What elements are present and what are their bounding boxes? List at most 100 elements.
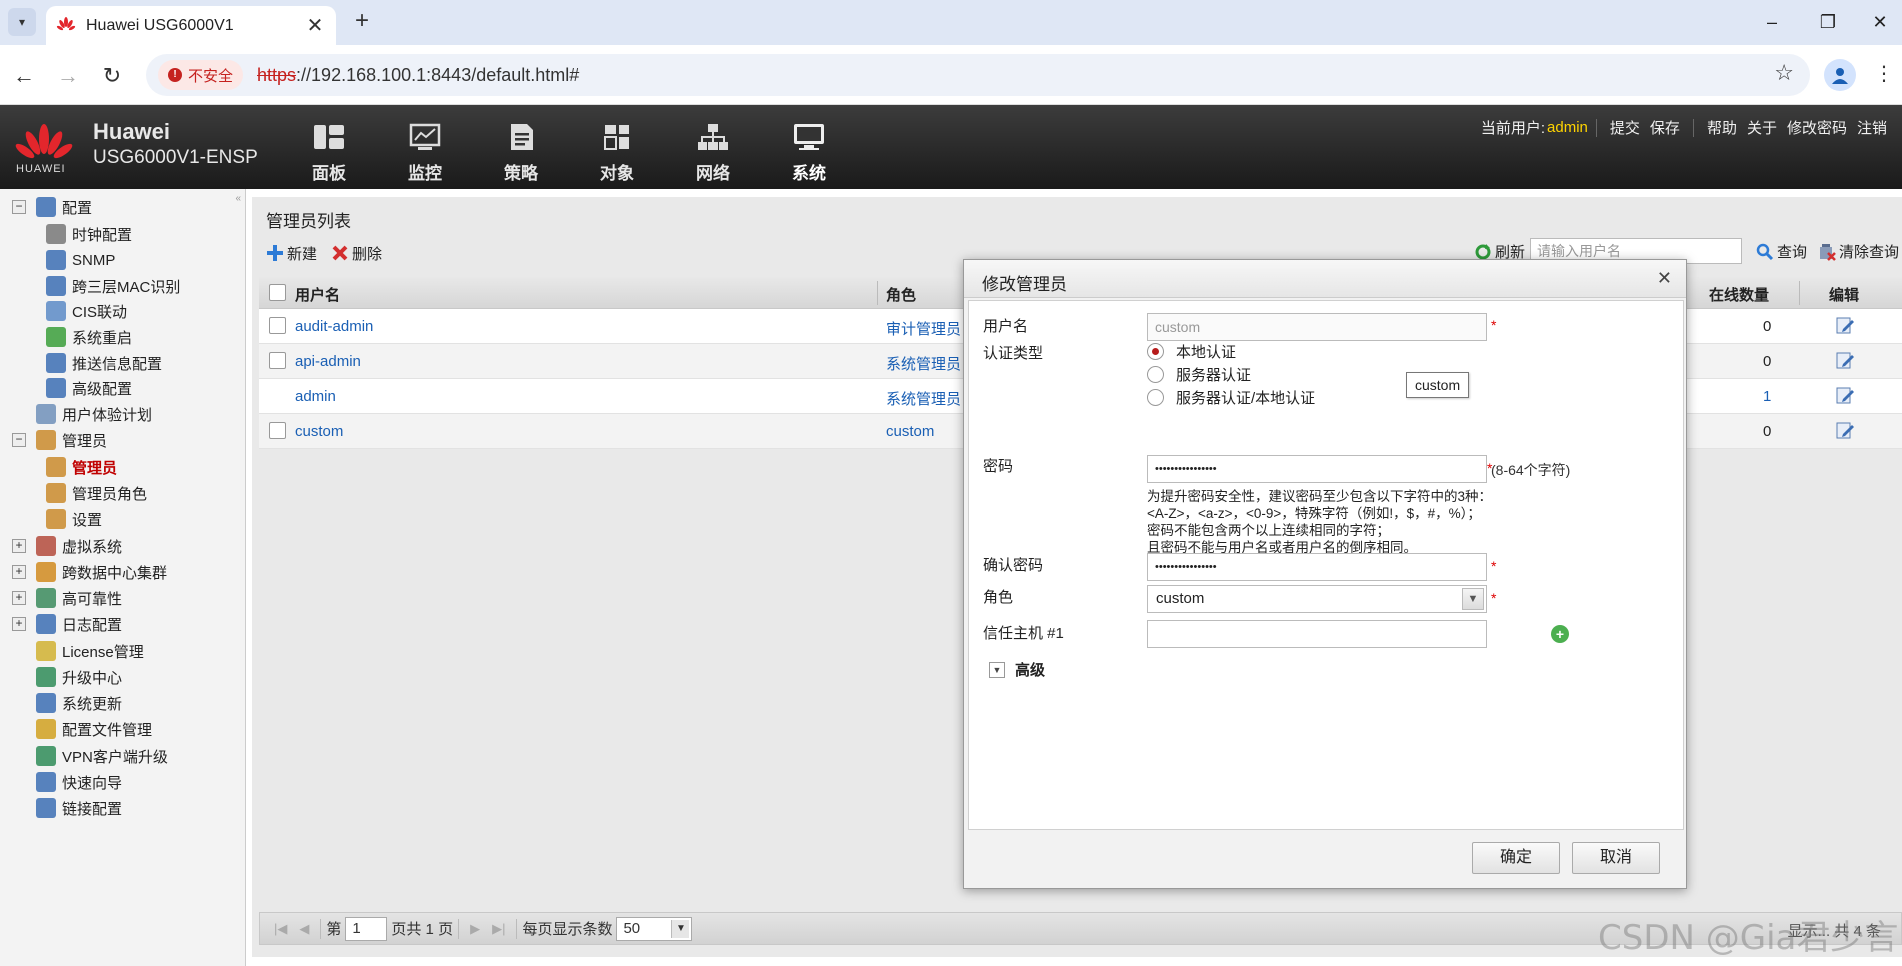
next-page-icon[interactable]: ▶ <box>470 921 480 937</box>
dialog-close-icon[interactable]: ✕ <box>1657 268 1672 289</box>
sidebar-item-14[interactable]: + 跨数据中心集群 <box>12 560 167 584</box>
sidebar-item-13[interactable]: + 虚拟系统 <box>12 534 122 558</box>
nav-object[interactable]: 对象 <box>582 123 652 184</box>
username-field[interactable]: custom <box>1147 313 1487 341</box>
auth-local-radio[interactable]: 本地认证 <box>1147 341 1236 362</box>
sidebar-item-12[interactable]: 设置 <box>46 507 102 531</box>
advanced-toggle[interactable]: ▼ 高级 <box>989 659 1045 680</box>
edit-icon[interactable] <box>1835 420 1855 440</box>
sidebar-item-9[interactable]: − 管理员 <box>12 428 107 452</box>
forward-arrow-icon[interactable]: → <box>52 60 84 92</box>
page-number-input[interactable]: 1 <box>345 916 388 941</box>
change-password-link[interactable]: 修改密码 <box>1787 117 1847 138</box>
sidebar-item-10[interactable]: 管理员 <box>46 455 117 479</box>
restore-icon[interactable]: ❐ <box>1808 8 1848 36</box>
bookmark-star-icon[interactable]: ☆ <box>1774 60 1794 86</box>
sidebar-item-20[interactable]: 配置文件管理 <box>12 717 152 741</box>
nav-monitor[interactable]: 监控 <box>390 123 460 184</box>
sidebar-item-1[interactable]: 时钟配置 <box>46 222 132 246</box>
online-count[interactable]: 1 <box>1763 388 1771 405</box>
role-link[interactable]: 系统管理员 <box>886 353 961 374</box>
new-button[interactable]: 新建 <box>266 243 317 264</box>
browser-menu-kebab-icon[interactable]: ⋮ <box>1874 61 1894 86</box>
back-arrow-icon[interactable]: ← <box>8 60 40 92</box>
help-link[interactable]: 帮助 <box>1707 117 1737 138</box>
minimize-icon[interactable]: – <box>1752 8 1792 36</box>
save-link[interactable]: 保存 <box>1650 117 1680 138</box>
role-link[interactable]: custom <box>886 423 934 440</box>
collapse-minus-icon[interactable]: − <box>12 200 26 214</box>
username-link[interactable]: api-admin <box>295 353 361 370</box>
username-link[interactable]: admin <box>295 388 336 405</box>
tab-close-icon[interactable]: ✕ <box>304 13 326 38</box>
row-checkbox[interactable] <box>269 352 286 369</box>
reload-icon[interactable]: ↻ <box>96 60 128 92</box>
confirm-password-field[interactable]: •••••••••••••••• <box>1147 553 1487 581</box>
select-all-checkbox[interactable] <box>269 284 286 301</box>
sidebar-item-22[interactable]: 快速向导 <box>12 770 122 794</box>
nav-network[interactable]: 网络 <box>678 123 748 184</box>
sidebar-item-21[interactable]: VPN客户端升级 <box>12 744 168 768</box>
role-select[interactable]: custom ▼ <box>1147 585 1487 613</box>
window-close-icon[interactable]: ✕ <box>1860 8 1900 36</box>
new-tab-plus-icon[interactable]: + <box>348 8 376 36</box>
row-checkbox[interactable] <box>269 422 286 439</box>
sidebar-item-4[interactable]: CIS联动 <box>46 299 127 323</box>
delete-button[interactable]: 删除 <box>331 243 382 264</box>
edit-icon[interactable] <box>1835 385 1855 405</box>
sidebar-item-19[interactable]: 系统更新 <box>12 691 122 715</box>
collapse-minus-icon[interactable]: − <box>12 433 26 447</box>
row-checkbox[interactable] <box>269 317 286 334</box>
clear-query-button[interactable]: 清除查询 <box>1818 241 1899 262</box>
address-bar[interactable]: ! 不安全 https://192.168.100.1:8443/default… <box>146 54 1810 96</box>
role-link[interactable]: 审计管理员 <box>886 318 961 339</box>
expand-plus-icon[interactable]: + <box>12 617 26 631</box>
query-button[interactable]: 查询 <box>1756 241 1807 262</box>
add-trusted-host-icon[interactable]: + <box>1551 625 1569 643</box>
first-page-icon[interactable]: |◀ <box>274 921 287 937</box>
sidebar-item-17[interactable]: License管理 <box>12 639 144 663</box>
expand-plus-icon[interactable]: + <box>12 565 26 579</box>
nav-policy[interactable]: 策略 <box>486 123 556 184</box>
about-link[interactable]: 关于 <box>1747 117 1777 138</box>
auth-server-radio[interactable]: 服务器认证 <box>1147 364 1251 385</box>
trusted-host-field[interactable] <box>1147 620 1487 648</box>
ok-button[interactable]: 确定 <box>1472 842 1560 874</box>
edit-icon[interactable] <box>1835 315 1855 335</box>
sidebar-item-6[interactable]: 推送信息配置 <box>46 351 162 375</box>
sidebar-item-8[interactable]: 用户体验计划 <box>12 402 152 426</box>
last-page-icon[interactable]: ▶| <box>492 921 505 937</box>
sidebar-item-5[interactable]: 系统重启 <box>46 325 132 349</box>
browser-tab-active[interactable]: Huawei USG6000V1 ✕ <box>46 6 336 45</box>
not-secure-chip[interactable]: ! 不安全 <box>158 60 244 90</box>
tab-search-chevron-icon[interactable]: ▾ <box>8 8 36 36</box>
sidebar-item-23[interactable]: 链接配置 <box>12 796 122 820</box>
role-link[interactable]: 系统管理员 <box>886 388 961 409</box>
sidebar-item-0[interactable]: − 配置 <box>12 195 92 219</box>
submit-link[interactable]: 提交 <box>1610 117 1640 138</box>
column-role[interactable]: 角色 <box>886 284 916 305</box>
sidebar-item-7[interactable]: 高级配置 <box>46 376 132 400</box>
sidebar-item-15[interactable]: + 高可靠性 <box>12 586 122 610</box>
username-link[interactable]: custom <box>295 423 343 440</box>
sidebar-item-16[interactable]: + 日志配置 <box>12 612 122 636</box>
nav-dashboard[interactable]: 面板 <box>294 123 364 184</box>
column-online-count[interactable]: 在线数量 <box>1709 284 1769 305</box>
sidebar-item-11[interactable]: 管理员角色 <box>46 481 147 505</box>
logout-link[interactable]: 注销 <box>1857 117 1887 138</box>
sidebar-item-3[interactable]: 跨三层MAC识别 <box>46 274 180 298</box>
username-link[interactable]: audit-admin <box>295 318 373 335</box>
page-size-select[interactable]: 50 ▼ <box>616 916 693 941</box>
expand-plus-icon[interactable]: + <box>12 591 26 605</box>
profile-avatar-icon[interactable] <box>1824 59 1856 91</box>
cancel-button[interactable]: 取消 <box>1572 842 1660 874</box>
sidebar-item-2[interactable]: SNMP <box>46 248 115 272</box>
sidebar-item-18[interactable]: 升级中心 <box>12 665 122 689</box>
password-field[interactable]: •••••••••••••••• <box>1147 455 1487 483</box>
edit-icon[interactable] <box>1835 350 1855 370</box>
expand-plus-icon[interactable]: + <box>12 539 26 553</box>
auth-server-local-radio[interactable]: 服务器认证/本地认证 <box>1147 387 1315 408</box>
collapse-sidebar-icon[interactable]: « <box>235 193 241 204</box>
nav-system[interactable]: 系统 <box>774 123 844 184</box>
prev-page-icon[interactable]: ◀ <box>299 921 309 937</box>
